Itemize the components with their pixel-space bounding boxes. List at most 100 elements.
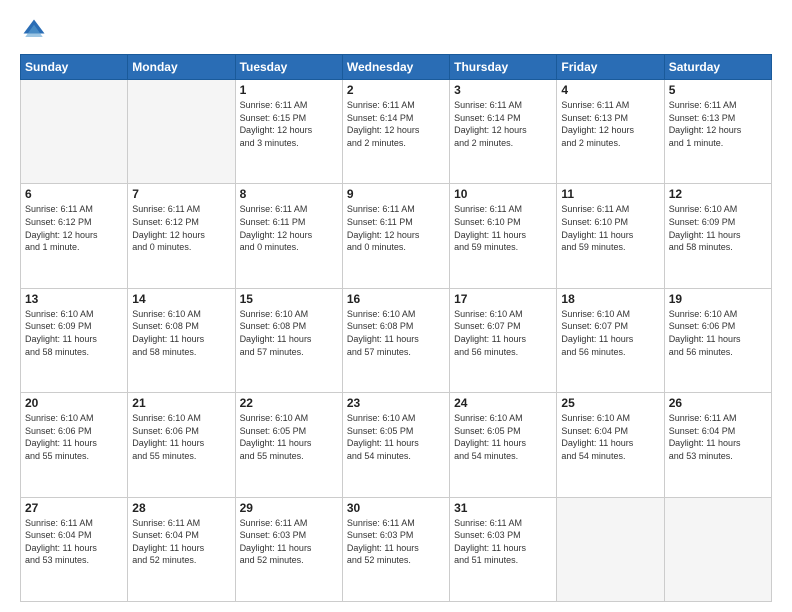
day-number: 18	[561, 292, 659, 306]
day-info: Sunrise: 6:11 AM Sunset: 6:12 PM Dayligh…	[25, 203, 123, 253]
calendar-cell: 4Sunrise: 6:11 AM Sunset: 6:13 PM Daylig…	[557, 80, 664, 184]
day-number: 19	[669, 292, 767, 306]
day-info: Sunrise: 6:11 AM Sunset: 6:13 PM Dayligh…	[561, 99, 659, 149]
calendar-cell: 5 Sunrise: 6:11 AM Sunset: 6:13 PM Daylig…	[664, 80, 771, 184]
day-info: Sunrise: 6:11 AM Sunset: 6:10 PM Dayligh…	[561, 203, 659, 253]
calendar-cell: 15 Sunrise: 6:10 AM Sunset: 6:08 PM Dayli…	[235, 288, 342, 392]
calendar-cell: 12 Sunrise: 6:10 AM Sunset: 6:09 PM Dayli…	[664, 184, 771, 288]
day-number: 29	[240, 501, 338, 515]
day-info: Sunrise: 6:10 AM Sunset: 6:06 PM Dayligh…	[25, 412, 123, 462]
day-number: 14	[132, 292, 230, 306]
calendar-week-4: 20 Sunrise: 6:10 AM Sunset: 6:06 PM Dayli…	[21, 393, 772, 497]
weekday-header-saturday: Saturday	[664, 55, 771, 80]
calendar-cell: 6 Sunrise: 6:11 AM Sunset: 6:12 PM Daylig…	[21, 184, 128, 288]
calendar-cell: 20 Sunrise: 6:10 AM Sunset: 6:06 PM Dayli…	[21, 393, 128, 497]
day-number: 3	[454, 83, 552, 97]
calendar-cell: 8 Sunrise: 6:11 AM Sunset: 6:11 PM Daylig…	[235, 184, 342, 288]
day-number: 20	[25, 396, 123, 410]
day-info: Sunrise: 6:10 AM Sunset: 6:05 PM Dayligh…	[347, 412, 445, 462]
calendar-cell: 11 Sunrise: 6:11 AM Sunset: 6:10 PM Dayli…	[557, 184, 664, 288]
calendar-cell: 17Sunrise: 6:10 AM Sunset: 6:07 PM Dayli…	[450, 288, 557, 392]
calendar-cell: 19 Sunrise: 6:10 AM Sunset: 6:06 PM Dayli…	[664, 288, 771, 392]
weekday-header-row: SundayMondayTuesdayWednesdayThursdayFrid…	[21, 55, 772, 80]
day-info: Sunrise: 6:10 AM Sunset: 6:08 PM Dayligh…	[240, 308, 338, 358]
day-number: 24	[454, 396, 552, 410]
weekday-header-tuesday: Tuesday	[235, 55, 342, 80]
day-number: 12	[669, 187, 767, 201]
day-number: 22	[240, 396, 338, 410]
day-info: Sunrise: 6:10 AM Sunset: 6:08 PM Dayligh…	[132, 308, 230, 358]
calendar-cell: 21 Sunrise: 6:10 AM Sunset: 6:06 PM Dayli…	[128, 393, 235, 497]
logo	[20, 16, 52, 44]
calendar-week-2: 6 Sunrise: 6:11 AM Sunset: 6:12 PM Daylig…	[21, 184, 772, 288]
calendar-cell: 28 Sunrise: 6:11 AM Sunset: 6:04 PM Dayli…	[128, 497, 235, 601]
day-info: Sunrise: 6:11 AM Sunset: 6:04 PM Dayligh…	[669, 412, 767, 462]
day-number: 28	[132, 501, 230, 515]
day-info: Sunrise: 6:10 AM Sunset: 6:06 PM Dayligh…	[132, 412, 230, 462]
day-number: 2	[347, 83, 445, 97]
day-info: Sunrise: 6:10 AM Sunset: 6:05 PM Dayligh…	[240, 412, 338, 462]
weekday-header-wednesday: Wednesday	[342, 55, 449, 80]
logo-icon	[20, 16, 48, 44]
day-number: 31	[454, 501, 552, 515]
calendar-cell	[21, 80, 128, 184]
calendar-cell: 30 Sunrise: 6:11 AM Sunset: 6:03 PM Dayli…	[342, 497, 449, 601]
day-number: 26	[669, 396, 767, 410]
calendar-cell: 14 Sunrise: 6:10 AM Sunset: 6:08 PM Dayli…	[128, 288, 235, 392]
calendar-week-3: 13Sunrise: 6:10 AM Sunset: 6:09 PM Dayli…	[21, 288, 772, 392]
weekday-header-sunday: Sunday	[21, 55, 128, 80]
day-number: 10	[454, 187, 552, 201]
day-number: 16	[347, 292, 445, 306]
day-info: Sunrise: 6:11 AM Sunset: 6:12 PM Dayligh…	[132, 203, 230, 253]
day-number: 27	[25, 501, 123, 515]
calendar-cell: 26 Sunrise: 6:11 AM Sunset: 6:04 PM Dayli…	[664, 393, 771, 497]
day-info: Sunrise: 6:11 AM Sunset: 6:14 PM Dayligh…	[347, 99, 445, 149]
day-number: 11	[561, 187, 659, 201]
day-info: Sunrise: 6:11 AM Sunset: 6:03 PM Dayligh…	[454, 517, 552, 567]
day-info: Sunrise: 6:11 AM Sunset: 6:14 PM Dayligh…	[454, 99, 552, 149]
day-info: Sunrise: 6:11 AM Sunset: 6:11 PM Dayligh…	[240, 203, 338, 253]
calendar-cell: 27 Sunrise: 6:11 AM Sunset: 6:04 PM Dayli…	[21, 497, 128, 601]
day-info: Sunrise: 6:10 AM Sunset: 6:06 PM Dayligh…	[669, 308, 767, 358]
day-number: 23	[347, 396, 445, 410]
day-number: 17	[454, 292, 552, 306]
day-info: Sunrise: 6:11 AM Sunset: 6:04 PM Dayligh…	[25, 517, 123, 567]
day-info: Sunrise: 6:11 AM Sunset: 6:03 PM Dayligh…	[347, 517, 445, 567]
calendar-cell: 7 Sunrise: 6:11 AM Sunset: 6:12 PM Daylig…	[128, 184, 235, 288]
calendar-cell: 23 Sunrise: 6:10 AM Sunset: 6:05 PM Dayli…	[342, 393, 449, 497]
day-info: Sunrise: 6:11 AM Sunset: 6:13 PM Dayligh…	[669, 99, 767, 149]
calendar-cell: 3 Sunrise: 6:11 AM Sunset: 6:14 PM Daylig…	[450, 80, 557, 184]
calendar-cell: 31 Sunrise: 6:11 AM Sunset: 6:03 PM Dayli…	[450, 497, 557, 601]
day-number: 15	[240, 292, 338, 306]
day-number: 30	[347, 501, 445, 515]
calendar-cell: 13Sunrise: 6:10 AM Sunset: 6:09 PM Dayli…	[21, 288, 128, 392]
day-number: 21	[132, 396, 230, 410]
calendar-cell: 16 Sunrise: 6:10 AM Sunset: 6:08 PM Dayli…	[342, 288, 449, 392]
calendar-cell: 9Sunrise: 6:11 AM Sunset: 6:11 PM Daylig…	[342, 184, 449, 288]
page: SundayMondayTuesdayWednesdayThursdayFrid…	[0, 0, 792, 612]
calendar-cell: 1Sunrise: 6:11 AM Sunset: 6:15 PM Daylig…	[235, 80, 342, 184]
day-number: 25	[561, 396, 659, 410]
calendar-cell: 25Sunrise: 6:10 AM Sunset: 6:04 PM Dayli…	[557, 393, 664, 497]
day-info: Sunrise: 6:11 AM Sunset: 6:04 PM Dayligh…	[132, 517, 230, 567]
day-info: Sunrise: 6:11 AM Sunset: 6:03 PM Dayligh…	[240, 517, 338, 567]
day-info: Sunrise: 6:10 AM Sunset: 6:05 PM Dayligh…	[454, 412, 552, 462]
day-info: Sunrise: 6:10 AM Sunset: 6:08 PM Dayligh…	[347, 308, 445, 358]
day-info: Sunrise: 6:11 AM Sunset: 6:10 PM Dayligh…	[454, 203, 552, 253]
day-number: 7	[132, 187, 230, 201]
weekday-header-monday: Monday	[128, 55, 235, 80]
calendar-table: SundayMondayTuesdayWednesdayThursdayFrid…	[20, 54, 772, 602]
calendar-cell: 2 Sunrise: 6:11 AM Sunset: 6:14 PM Daylig…	[342, 80, 449, 184]
calendar-cell	[557, 497, 664, 601]
calendar-week-1: 1Sunrise: 6:11 AM Sunset: 6:15 PM Daylig…	[21, 80, 772, 184]
day-info: Sunrise: 6:10 AM Sunset: 6:09 PM Dayligh…	[25, 308, 123, 358]
day-number: 5	[669, 83, 767, 97]
calendar-cell: 22 Sunrise: 6:10 AM Sunset: 6:05 PM Dayli…	[235, 393, 342, 497]
day-number: 9	[347, 187, 445, 201]
day-number: 6	[25, 187, 123, 201]
calendar-cell: 18Sunrise: 6:10 AM Sunset: 6:07 PM Dayli…	[557, 288, 664, 392]
day-info: Sunrise: 6:10 AM Sunset: 6:09 PM Dayligh…	[669, 203, 767, 253]
day-info: Sunrise: 6:11 AM Sunset: 6:15 PM Dayligh…	[240, 99, 338, 149]
day-number: 8	[240, 187, 338, 201]
calendar-week-5: 27 Sunrise: 6:11 AM Sunset: 6:04 PM Dayli…	[21, 497, 772, 601]
